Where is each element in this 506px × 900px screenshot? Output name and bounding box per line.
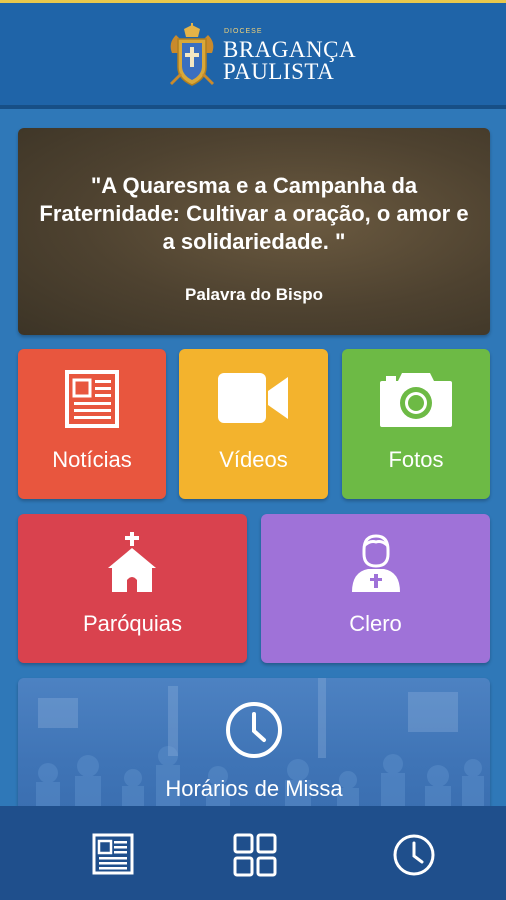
logo-diocese-label: DIOCESE (224, 28, 263, 35)
nav-home-grid-button[interactable] (171, 806, 339, 900)
newspaper-icon (92, 833, 134, 875)
app-header: DIOCESE BRAGANÇA PAULISTA (0, 3, 506, 109)
church-icon (108, 532, 156, 592)
bishop-quote-text: "A Quaresma e a Campanha da Fraternidade… (39, 173, 469, 254)
videos-tile-label: Vídeos (219, 447, 288, 472)
parishes-tile[interactable]: Paróquias (18, 514, 247, 663)
clock-icon (226, 702, 282, 758)
bottom-navigation-bar (0, 806, 506, 900)
diocese-logo: DIOCESE BRAGANÇA PAULISTA (166, 23, 366, 93)
photos-tile-label: Fotos (388, 447, 444, 472)
bishop-word-card[interactable]: "A Quaresma e a Campanha da Fraternidade… (18, 128, 490, 335)
clergy-tile-label: Clero (349, 611, 402, 636)
coat-of-arms-icon (170, 23, 214, 86)
logo-title-line2: PAULISTA (223, 59, 335, 84)
camera-icon (380, 373, 452, 427)
priest-icon (352, 534, 400, 592)
mass-schedule-tile[interactable]: Horários de Missa (18, 678, 490, 818)
news-tile-label: Notícias (52, 447, 132, 472)
grid-icon (233, 833, 277, 877)
news-tile[interactable]: Notícias (18, 349, 166, 499)
clock-icon (393, 834, 435, 876)
mass-schedule-tile-label: Horários de Missa (165, 776, 343, 801)
clergy-tile[interactable]: Clero (261, 514, 490, 663)
photos-tile[interactable]: Fotos (342, 349, 490, 499)
nav-mass-times-button[interactable] (330, 806, 498, 900)
video-camera-icon (218, 373, 288, 423)
parishes-tile-label: Paróquias (82, 611, 183, 636)
newspaper-icon (65, 370, 119, 428)
bishop-quote-source: Palavra do Bispo (185, 285, 323, 304)
videos-tile[interactable]: Vídeos (179, 349, 328, 499)
